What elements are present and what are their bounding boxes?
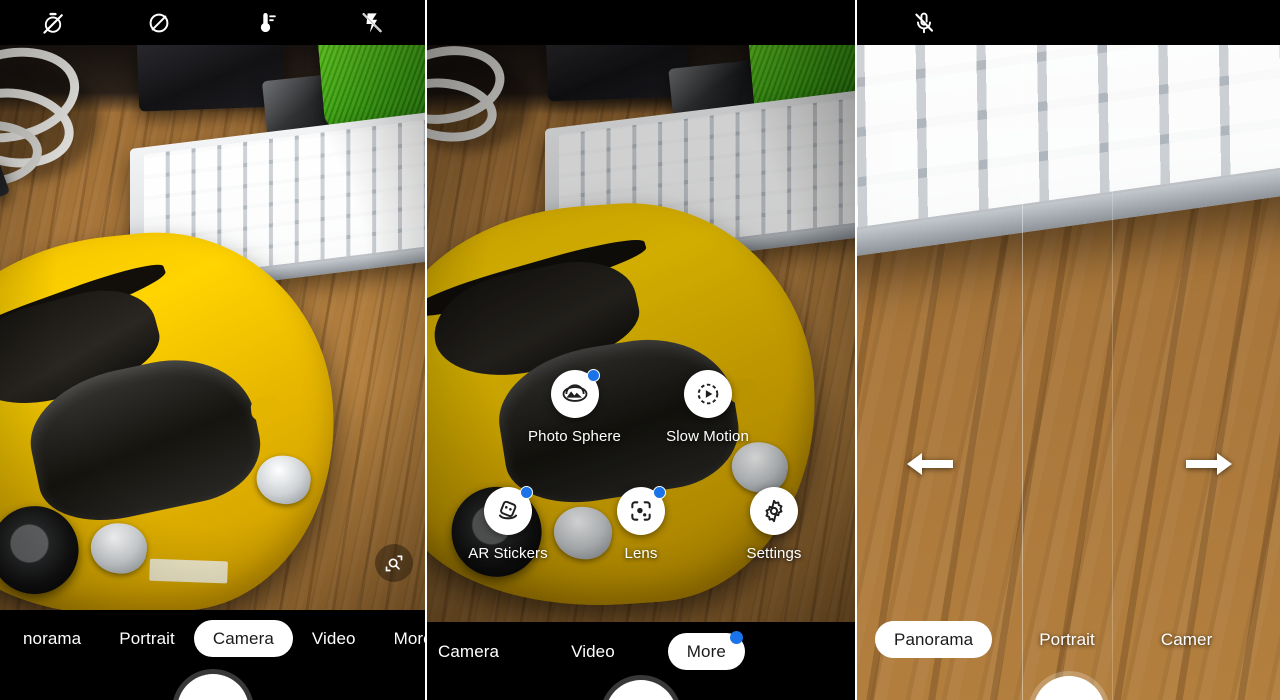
mode-more[interactable]: More xyxy=(375,620,425,657)
photo-sphere-icon xyxy=(562,384,587,402)
menu-item-label: Photo Sphere xyxy=(528,428,621,445)
motion-off-button[interactable] xyxy=(142,6,176,40)
mode-label: More xyxy=(393,628,425,648)
flash-off-icon xyxy=(362,12,382,33)
mode-portrait[interactable]: Portrait xyxy=(100,620,194,657)
mode-panorama[interactable]: norama xyxy=(4,620,100,657)
menu-item-ar-stickers[interactable]: AR Stickers xyxy=(442,486,575,562)
mode-panorama[interactable]: Panorama xyxy=(875,620,993,658)
new-feature-badge xyxy=(520,486,533,499)
mode-label: Portrait xyxy=(119,628,175,648)
mode-more[interactable]: More xyxy=(667,630,745,670)
gear-icon xyxy=(765,499,783,523)
mode-label: Video xyxy=(311,628,356,648)
mode-selector-bar: norama Portrait Camera Video More xyxy=(0,610,425,700)
mode-video[interactable]: Video xyxy=(552,633,634,670)
mode-label: Portrait xyxy=(1039,629,1095,649)
menu-icon-circle xyxy=(484,486,533,535)
camera-top-controls xyxy=(857,0,1280,45)
mode-list: norama Portrait Camera Video More xyxy=(0,610,425,666)
mode-label: Camera xyxy=(438,641,500,661)
toy-car xyxy=(0,215,353,610)
menu-row: Photo Sphere Slow Motion xyxy=(427,369,855,445)
car-license-plate xyxy=(149,558,228,584)
mode-label: Camera xyxy=(193,619,293,657)
new-feature-badge xyxy=(586,369,600,382)
menu-item-label: Slow Motion xyxy=(666,428,749,445)
mode-list: Camera Video More xyxy=(427,622,855,678)
white-balance-icon xyxy=(260,12,276,32)
menu-item-label: Lens xyxy=(624,545,658,562)
menu-item-settings[interactable]: Settings xyxy=(708,487,841,562)
mode-label: Panorama xyxy=(875,620,993,658)
mode-label: norama xyxy=(23,628,82,648)
camera-mode-panel: norama Portrait Camera Video More xyxy=(0,0,425,700)
arrow-left-icon xyxy=(907,453,953,475)
viewfinder-preview[interactable] xyxy=(857,45,1280,700)
flash-off-button[interactable] xyxy=(355,6,389,40)
shutter-button[interactable] xyxy=(176,674,249,700)
motion-off-icon xyxy=(149,13,169,32)
mode-selector-bar: Camera Video More xyxy=(427,622,855,700)
timer-off-icon xyxy=(43,12,63,34)
zoom-button[interactable] xyxy=(375,544,413,582)
camera-top-controls xyxy=(0,0,425,45)
panorama-mode-panel: Panorama Portrait Camer xyxy=(855,0,1280,700)
mode-camera[interactable]: Camera xyxy=(193,619,293,657)
mode-portrait[interactable]: Portrait xyxy=(1020,621,1114,658)
new-feature-badge xyxy=(653,486,666,499)
zoom-icon xyxy=(385,555,403,572)
menu-item-photo-sphere[interactable]: Photo Sphere xyxy=(508,369,641,445)
mode-list: Panorama Portrait Camer xyxy=(857,610,1280,666)
arrow-right-icon xyxy=(1186,453,1232,475)
shutter-button[interactable] xyxy=(605,680,677,700)
mode-label: Video xyxy=(571,641,615,661)
menu-icon-circle xyxy=(750,487,798,535)
camera-top-controls xyxy=(427,0,855,45)
menu-row: AR Stickers Lens Settings xyxy=(427,486,855,562)
mode-selector-bar: Panorama Portrait Camer xyxy=(857,610,1280,700)
new-feature-badge xyxy=(729,630,743,644)
wallet xyxy=(136,45,286,112)
menu-icon-circle xyxy=(683,370,732,418)
mode-label: Camer xyxy=(1160,629,1213,649)
microphone-off-button[interactable] xyxy=(907,6,941,40)
slow-motion-icon xyxy=(697,383,718,405)
microphone-off-icon xyxy=(915,12,934,33)
menu-item-slow-motion[interactable]: Slow Motion xyxy=(641,370,774,445)
menu-item-label: AR Stickers xyxy=(468,545,548,562)
shutter-button[interactable] xyxy=(1032,676,1105,700)
menu-item-label: Settings xyxy=(746,545,802,562)
pan-right-button[interactable] xyxy=(1186,449,1232,484)
pan-left-button[interactable] xyxy=(907,449,953,484)
menu-icon-circle xyxy=(550,369,600,418)
more-options-menu: Photo Sphere Slow Motion AR Stickers Len… xyxy=(427,369,855,562)
mode-camera[interactable]: Camera xyxy=(427,633,518,670)
more-menu-panel: Photo Sphere Slow Motion AR Stickers Len… xyxy=(425,0,855,700)
pano-guide-line xyxy=(1022,45,1023,700)
camera-screenshot-strip: norama Portrait Camera Video More xyxy=(0,0,1280,700)
mode-camera[interactable]: Camer xyxy=(1142,621,1232,658)
lens-icon xyxy=(631,501,651,521)
timer-off-button[interactable] xyxy=(36,6,70,40)
viewfinder-preview[interactable] xyxy=(0,45,425,610)
mode-video[interactable]: Video xyxy=(293,620,375,657)
desk-scene xyxy=(0,45,425,610)
white-balance-button[interactable] xyxy=(249,6,283,40)
desk-scene xyxy=(857,45,1280,700)
menu-item-lens[interactable]: Lens xyxy=(575,486,708,562)
menu-icon-circle xyxy=(617,486,666,535)
ar-stickers-icon xyxy=(498,500,518,520)
pano-guide-line xyxy=(1112,45,1113,700)
